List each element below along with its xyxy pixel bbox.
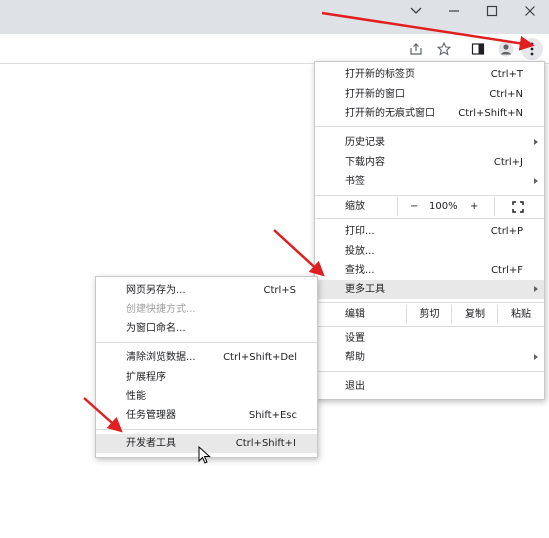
menu-item-label: 投放...: [345, 246, 375, 257]
close-button[interactable]: [512, 0, 548, 22]
minimize-button[interactable]: [436, 0, 472, 22]
edit-label: 编辑: [345, 309, 365, 320]
menu-item-label: 网页另存为...: [126, 285, 186, 296]
menu-item-label: 帮助: [345, 352, 365, 363]
submenu-item-create-shortcut: 创建快捷方式...: [96, 300, 317, 319]
menu-item-shortcut: Ctrl+J: [493, 157, 523, 168]
menu-item-settings[interactable]: 设置: [315, 329, 544, 348]
menu-item-bookmarks[interactable]: 书签: [315, 172, 544, 191]
menu-item-shortcut: Ctrl+Shift+Del: [223, 352, 297, 363]
submenu-item-save-page[interactable]: 网页另存为... Ctrl+S: [96, 281, 317, 300]
menu-divider: [315, 126, 544, 127]
menu-item-history[interactable]: 历史记录: [315, 133, 544, 152]
maximize-icon: [486, 5, 498, 17]
menu-item-label: 创建快捷方式...: [126, 304, 196, 315]
submenu-arrow-icon: [534, 354, 538, 360]
menu-item-label: 开发者工具: [126, 438, 176, 449]
menu-divider: [315, 218, 544, 219]
menu-item-label: 清除浏览数据...: [126, 352, 196, 363]
chevron-down-icon: [410, 7, 422, 14]
menu-divider: [96, 342, 317, 343]
menu-item-shortcut: Ctrl+P: [490, 226, 523, 237]
menu-item-label: 任务管理器: [126, 410, 176, 421]
menu-item-label: 打印...: [345, 226, 375, 237]
profile-button[interactable]: [495, 38, 517, 60]
mouse-cursor-icon: [198, 446, 211, 464]
fullscreen-icon: [512, 201, 524, 213]
menu-item-cast[interactable]: 投放...: [315, 242, 544, 261]
submenu-arrow-icon: [534, 139, 538, 145]
menu-item-new-incognito[interactable]: 打开新的无痕式窗口 Ctrl+Shift+N: [315, 104, 544, 123]
menu-item-shortcut: Ctrl+T: [490, 69, 523, 80]
menu-item-shortcut: Ctrl+F: [491, 265, 523, 276]
more-tools-submenu: 网页另存为... Ctrl+S 创建快捷方式... 为窗口命名... 清除浏览数…: [95, 276, 318, 458]
zoom-label: 缩放: [345, 201, 365, 212]
share-icon: [410, 43, 422, 55]
menu-divider: [315, 326, 544, 327]
copy-button[interactable]: 复制: [451, 305, 498, 324]
submenu-arrow-icon: [534, 178, 538, 184]
menu-divider: [96, 429, 317, 430]
menu-item-help[interactable]: 帮助: [315, 348, 544, 367]
menu-item-label: 查找...: [345, 265, 375, 276]
menu-divider: [315, 302, 544, 303]
title-bar: [0, 0, 549, 34]
menu-divider: [315, 195, 544, 196]
paste-button[interactable]: 粘贴: [497, 305, 544, 324]
submenu-item-task-manager[interactable]: 任务管理器 Shift+Esc: [96, 406, 317, 425]
bookmark-star-button[interactable]: [433, 38, 455, 60]
cut-button[interactable]: 剪切: [406, 305, 452, 324]
menu-item-label: 下载内容: [345, 157, 385, 168]
menu-item-label: 为窗口命名...: [126, 323, 186, 334]
menu-item-more-tools[interactable]: 更多工具: [315, 280, 544, 299]
menu-item-edit: 编辑 剪切 复制 粘贴: [315, 305, 544, 324]
menu-item-label: 扩展程序: [126, 372, 166, 383]
menu-button[interactable]: [521, 38, 543, 60]
submenu-item-name-window[interactable]: 为窗口命名...: [96, 319, 317, 338]
tab-search-button[interactable]: [398, 0, 434, 22]
menu-item-label: 打开新的窗口: [345, 89, 405, 100]
menu-item-new-window[interactable]: 打开新的窗口 Ctrl+N: [315, 85, 544, 104]
menu-divider: [315, 371, 544, 372]
side-panel-button[interactable]: [467, 38, 489, 60]
menu-item-print[interactable]: 打印... Ctrl+P: [315, 222, 544, 241]
share-button[interactable]: [405, 38, 427, 60]
maximize-button[interactable]: [474, 0, 510, 22]
menu-item-label: 性能: [126, 391, 146, 402]
menu-item-new-tab[interactable]: 打开新的标签页 Ctrl+T: [315, 65, 544, 84]
menu-item-label: 设置: [345, 333, 365, 344]
submenu-item-clear-data[interactable]: 清除浏览数据... Ctrl+Shift+Del: [96, 348, 317, 367]
menu-item-label: 历史记录: [345, 137, 385, 148]
side-panel-icon: [471, 43, 485, 55]
main-menu: 打开新的标签页 Ctrl+T 打开新的窗口 Ctrl+N 打开新的无痕式窗口 C…: [314, 61, 545, 400]
menu-item-label: 更多工具: [345, 284, 385, 295]
browser-toolbar: [0, 34, 549, 64]
fullscreen-button[interactable]: [494, 197, 544, 216]
menu-item-downloads[interactable]: 下载内容 Ctrl+J: [315, 153, 544, 172]
menu-item-find[interactable]: 查找... Ctrl+F: [315, 261, 544, 280]
star-icon: [437, 42, 451, 56]
menu-item-label: 打开新的标签页: [345, 69, 415, 80]
menu-item-zoom: 缩放 − 100% +: [315, 197, 544, 216]
zoom-level: 100%: [429, 201, 458, 212]
menu-item-shortcut: Ctrl+S: [263, 285, 296, 296]
menu-item-shortcut: Ctrl+Shift+I: [235, 438, 296, 449]
minimize-icon: [449, 10, 459, 12]
menu-item-label: 书签: [345, 176, 365, 187]
menu-item-label: 退出: [345, 381, 365, 392]
close-icon: [525, 6, 535, 16]
menu-item-shortcut: Ctrl+Shift+N: [458, 108, 523, 119]
menu-item-exit[interactable]: 退出: [315, 377, 544, 396]
zoom-in-button[interactable]: +: [470, 197, 494, 216]
menu-item-label: 打开新的无痕式窗口: [345, 108, 435, 119]
menu-item-shortcut: Shift+Esc: [248, 410, 297, 421]
submenu-item-performance[interactable]: 性能: [96, 387, 317, 406]
menu-item-shortcut: Ctrl+N: [489, 89, 523, 100]
submenu-item-extensions[interactable]: 扩展程序: [96, 368, 317, 387]
submenu-arrow-icon: [534, 286, 538, 292]
profile-icon: [498, 41, 514, 57]
kebab-menu-icon: [530, 42, 534, 56]
